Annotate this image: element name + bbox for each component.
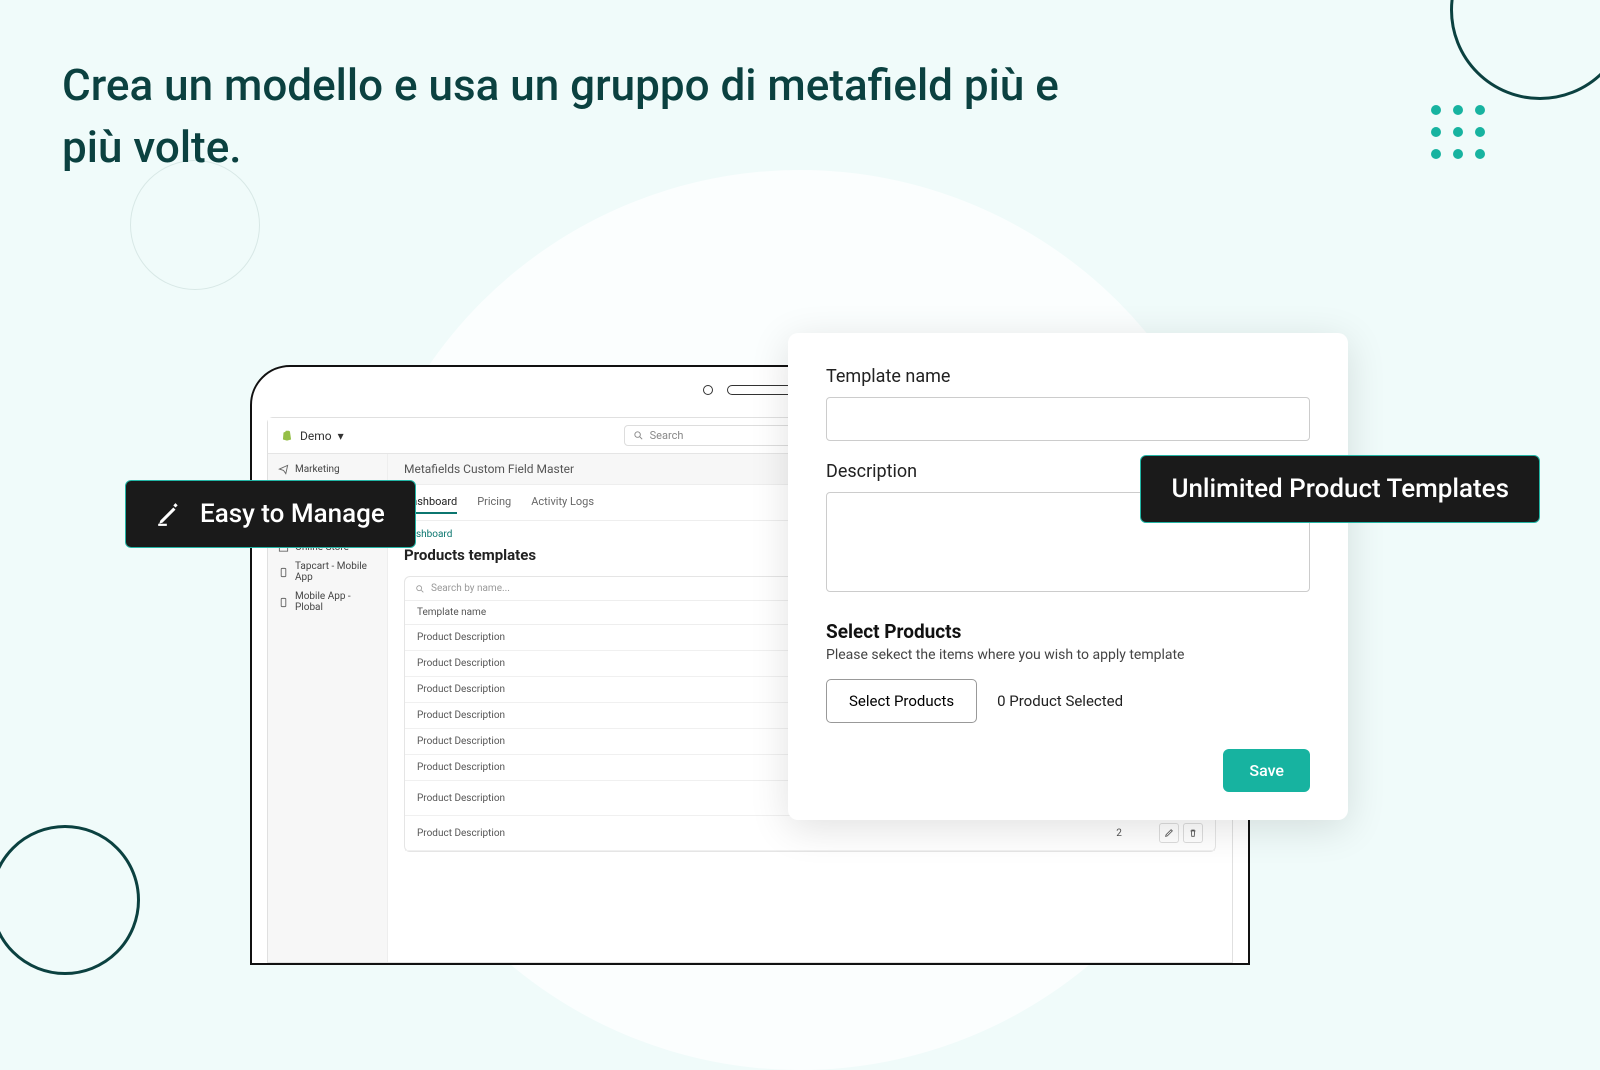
chevron-down-icon: ▾ <box>338 429 344 443</box>
select-products-heading: Select Products <box>826 620 1310 643</box>
shopify-icon <box>280 429 294 443</box>
template-name-label: Template name <box>826 366 1310 387</box>
decorative-dot-grid <box>1431 105 1485 159</box>
callout-easy-to-manage: Easy to Manage <box>125 480 416 548</box>
table-row[interactable]: Product Description2 <box>405 816 1215 851</box>
decorative-circle-headline <box>130 160 260 290</box>
select-products-button[interactable]: Select Products <box>826 679 977 723</box>
pencil-icon <box>156 501 182 527</box>
callout-unlimited-templates: Unlimited Product Templates <box>1140 455 1540 523</box>
shop-selector[interactable]: Demo ▾ <box>280 429 344 443</box>
search-icon <box>415 584 425 594</box>
delete-button[interactable] <box>1183 823 1203 843</box>
device-notch <box>703 385 797 395</box>
decorative-arc-top-right <box>1450 0 1600 100</box>
select-products-hint: Please sekect the items where you wish t… <box>826 647 1310 663</box>
sidebar-item-marketing[interactable]: Marketing <box>268 460 387 479</box>
template-form-card: Template name Description Select Product… <box>788 333 1348 820</box>
page-headline: Crea un modello e usa un gruppo di metaf… <box>62 55 1062 178</box>
template-name-input[interactable] <box>826 397 1310 441</box>
decorative-arc-bottom-left <box>0 825 140 975</box>
tab-pricing[interactable]: Pricing <box>477 491 511 514</box>
search-placeholder: Search <box>650 429 684 442</box>
edit-button[interactable] <box>1159 823 1179 843</box>
sidebar-channel-tapcart[interactable]: Tapcart - Mobile App <box>268 557 387 587</box>
shop-name: Demo <box>300 429 332 443</box>
tab-activity-logs[interactable]: Activity Logs <box>531 491 594 514</box>
selected-count: 0 Product Selected <box>997 692 1123 710</box>
sidebar-channel-plobal[interactable]: Mobile App - Plobal <box>268 587 387 617</box>
search-icon <box>633 430 644 441</box>
save-button[interactable]: Save <box>1223 749 1310 792</box>
